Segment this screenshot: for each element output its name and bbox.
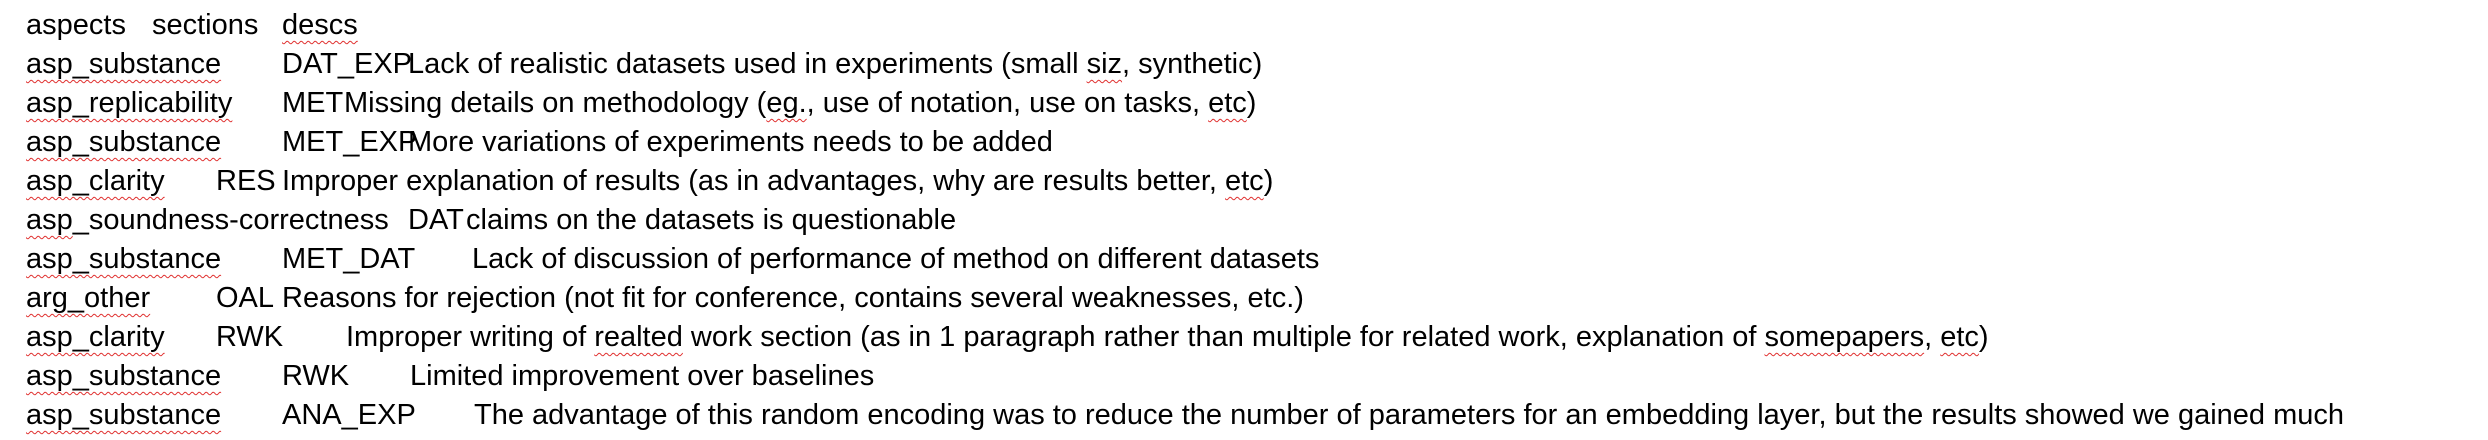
desc-text: work section (as in 1 paragraph rather t… [682, 321, 1765, 353]
aspect-cell: asp_clarity [26, 165, 165, 197]
section-cell: RWK [216, 321, 284, 353]
header-sections: sections [152, 9, 259, 41]
desc-cell: claims on the datasets is questionable [466, 204, 957, 236]
desc-text: , [1924, 321, 1941, 353]
section-cell: ANA_EXP [282, 399, 416, 431]
aspect-cell: asp_substance [26, 399, 222, 431]
desc-cell: Missing details on methodology (eg., use… [344, 84, 1256, 123]
aspect-cell: arg_other [26, 282, 151, 314]
desc-cell: Improper writing of realted work section… [346, 318, 1989, 357]
tsv-document: aspects sections descs asp_substance DAT… [26, 6, 2488, 440]
aspect-cell: asp_substance [26, 48, 222, 80]
misspelled-word: siz [1086, 48, 1123, 80]
desc-cell: Limited improvement over baselines [410, 360, 875, 392]
section-cell: DAT_EXP [282, 48, 413, 80]
desc-cell: Lack of discussion of performance of met… [472, 243, 1320, 275]
aspect-cell: asp_soundness-correctness [26, 201, 389, 240]
aspect-cell: asp_clarity [26, 321, 165, 353]
misspelled-word: somepapers [1764, 321, 1925, 353]
header-aspects: aspects [26, 9, 126, 41]
misspelled-word: eg. [766, 87, 807, 119]
misspelled-word: etc [1940, 321, 1979, 353]
desc-text: , synthetic) [1122, 48, 1263, 80]
misspelled-word: realted [594, 321, 683, 353]
aspect-cell: asp_replicability [26, 87, 233, 119]
section-cell: RWK [282, 360, 350, 392]
desc-text: , use of notation, use on tasks, [806, 87, 1209, 119]
aspect-cell: asp_substance [26, 126, 222, 158]
misspelled-word: asp [26, 204, 73, 236]
desc-cell: Lack of realistic datasets used in exper… [408, 45, 1262, 84]
desc-text: Improper writing of [346, 321, 595, 353]
misspelled-word: etc [1208, 87, 1247, 119]
section-cell: RES [216, 165, 276, 197]
desc-text: ) [1246, 87, 1257, 119]
aspect-cell: asp_substance [26, 360, 222, 392]
section-cell: MET [282, 87, 344, 119]
desc-cell: Reasons for rejection (not fit for confe… [282, 282, 1304, 314]
misspelled-word: etc [1225, 165, 1264, 197]
header-descs: descs [282, 9, 358, 41]
desc-text: Improper explanation of results (as in a… [282, 165, 1225, 197]
aspect-text: _soundness-correctness [72, 204, 389, 236]
section-cell: MET_DAT [282, 243, 416, 275]
section-cell: MET_EXP [282, 126, 418, 158]
desc-text: Lack of realistic datasets used in exper… [408, 48, 1087, 80]
desc-cell: The advantage of this random encoding wa… [474, 399, 2345, 431]
desc-cell: More variations of experiments needs to … [408, 126, 1053, 158]
desc-cell: Improper explanation of results (as in a… [282, 162, 1273, 201]
desc-text: ) [1263, 165, 1274, 197]
section-cell: OAL [216, 282, 275, 314]
desc-text: ) [1978, 321, 1989, 353]
aspect-cell: asp_substance [26, 243, 222, 275]
section-cell: DAT [408, 204, 464, 236]
desc-text: Missing details on methodology ( [344, 87, 767, 119]
